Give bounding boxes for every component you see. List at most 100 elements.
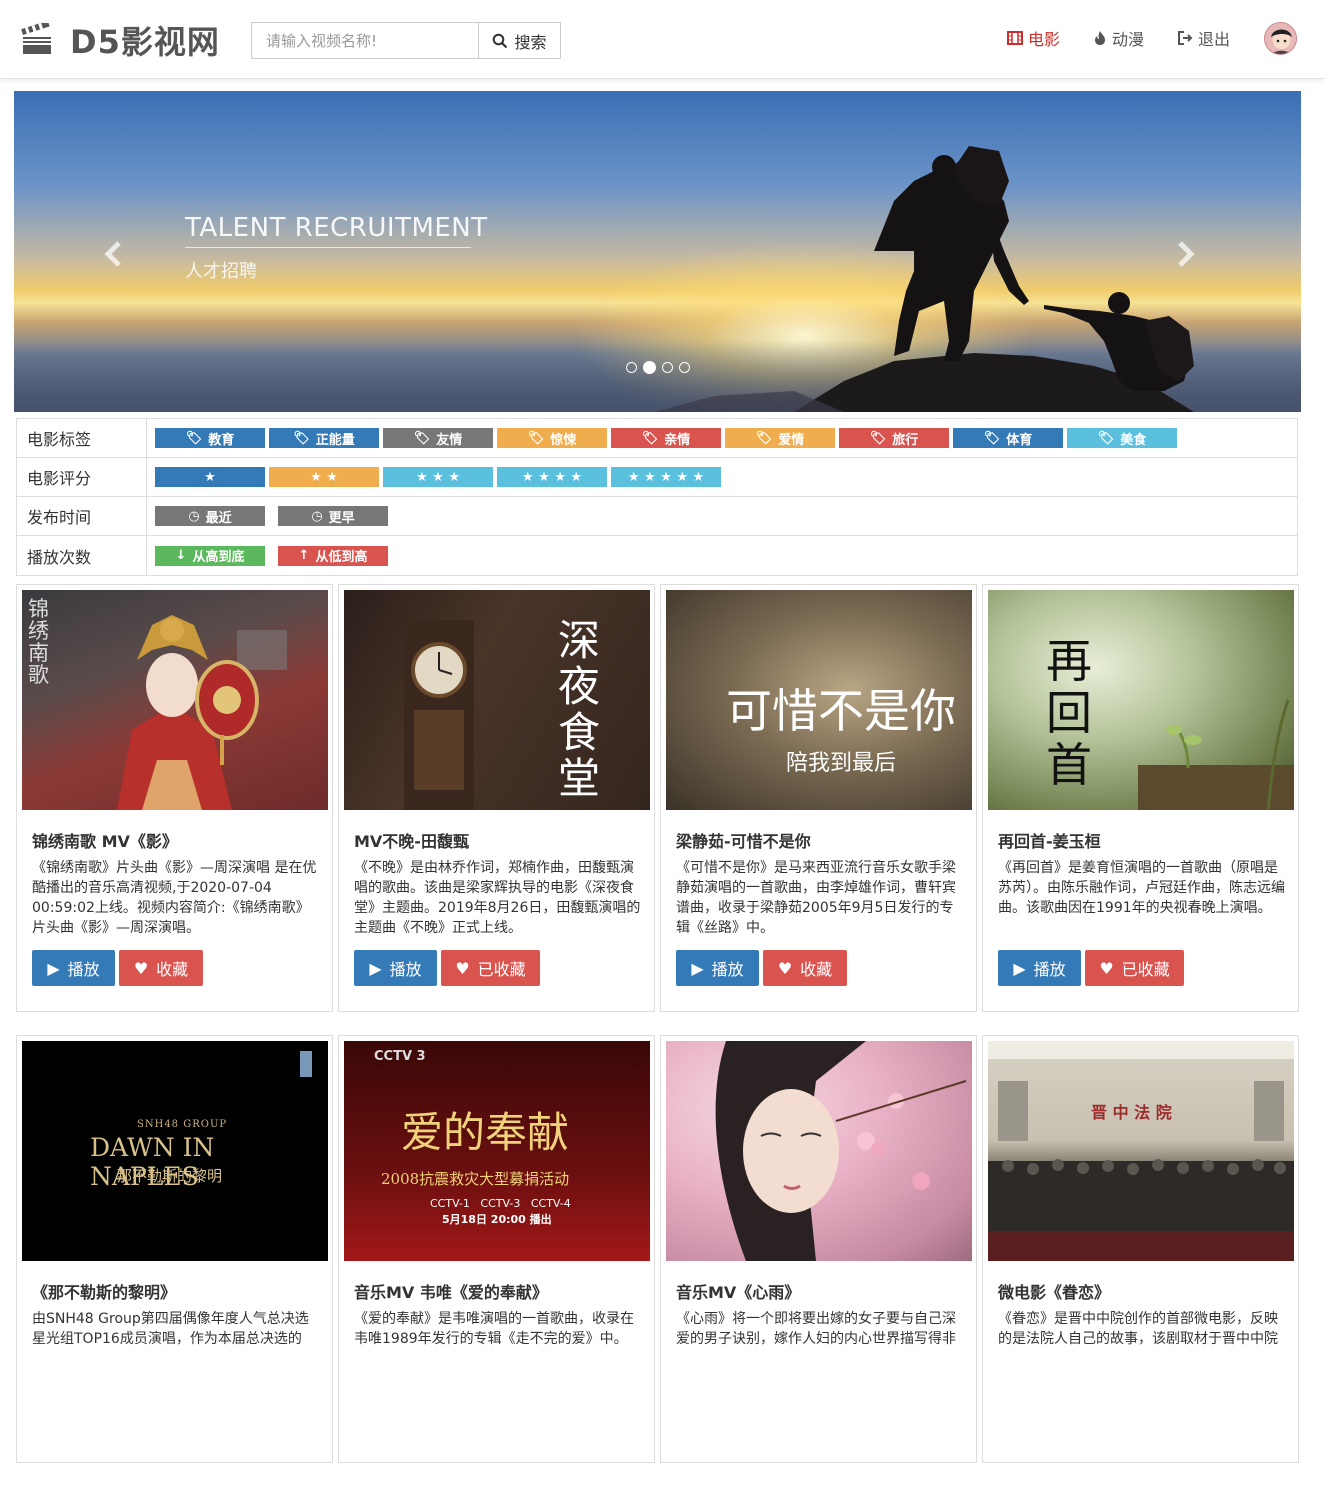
brand[interactable]: D5影视网 xyxy=(20,20,220,61)
video-card: 音乐MV《心雨》 《心雨》将一个即将要出嫁的女子要与自己深爱的男子诀别，嫁作人妇… xyxy=(660,1035,977,1463)
time-filter-recent[interactable]: ◷ 最近 xyxy=(155,506,265,526)
tag-filter-romance[interactable]: 🏷︎ 爱情 xyxy=(725,428,835,448)
tag-label: 美食 xyxy=(1120,432,1147,448)
video-card: 再回首 再回首-姜玉桓 《再回首》是姜育恒演唱的一首歌曲（原唱是苏芮）。由陈乐融… xyxy=(982,584,1299,1012)
video-title[interactable]: 音乐MV《心雨》 xyxy=(676,1279,800,1303)
hero-carousel[interactable]: TALENT RECRUITMENT 人才招聘 xyxy=(14,91,1301,412)
filter-label: 发布时间 xyxy=(17,497,147,535)
heart-icon: ♥ xyxy=(133,958,149,978)
video-title[interactable]: 梁静茹-可惜不是你 xyxy=(676,828,811,852)
video-thumbnail[interactable]: SNH48 GROUP DAWN IN NAPLES 那不勒斯的黎明 xyxy=(22,1041,328,1261)
filter-label: 电影评分 xyxy=(17,458,147,496)
clapperboard-icon xyxy=(21,23,51,54)
thumbnail-caption: 深夜食堂 xyxy=(558,616,601,803)
video-description: 《不晚》是由林乔作词，郑楠作曲，田馥甄演唱的歌曲。该曲是梁家辉执导的电影《深夜食… xyxy=(354,860,641,936)
tag-filter-family[interactable]: 🏷︎ 亲情 xyxy=(611,428,721,448)
tag-filter-friendship[interactable]: 🏷︎ 友情 xyxy=(383,428,493,448)
favorite-button[interactable]: ♥ 收藏 xyxy=(763,950,847,986)
tag-label: 爱情 xyxy=(778,432,805,448)
nav-item-label: 动漫 xyxy=(1111,30,1144,49)
tag-label: 从低到高 xyxy=(315,550,368,565)
video-description: 由SNH48 Group第四届偶像年度人气总决选星光组TOP16成员演唱，作为本… xyxy=(32,1311,309,1347)
rating-filter-2[interactable]: ★ ★ xyxy=(269,467,379,487)
tag-icon: 🏷︎ xyxy=(983,430,1001,446)
video-title[interactable]: 音乐MV 韦唯《爱的奉献》 xyxy=(354,1279,548,1303)
play-button-label: 播放 xyxy=(389,960,422,979)
filter-row-time: 发布时间 ◷ 最近 ◷ 更早 xyxy=(17,497,1297,536)
favorite-button-label: 收藏 xyxy=(800,960,833,979)
navbar: D5影视网 搜索 电影 动漫 退出 xyxy=(0,0,1325,79)
video-card: 可惜不是你 陪我到最后 梁静茹-可惜不是你 《可惜不是你》是马来西亚流行音乐女歌… xyxy=(660,584,977,1012)
play-button[interactable]: ▶ 播放 xyxy=(354,950,437,986)
video-thumbnail[interactable]: 锦绣南歌 xyxy=(22,590,328,810)
video-title[interactable]: 再回首-姜玉桓 xyxy=(998,828,1101,852)
filter-values: 🏷︎ 教育 🏷︎ 正能量 🏷︎ 友情 🏷︎ 惊悚 🏷︎ 亲情 🏷︎ 爱情 🏷︎ 旅行 🏷︎ 体育… xyxy=(147,419,1177,457)
favorited-button[interactable]: ♥ 已收藏 xyxy=(441,950,540,986)
tag-label: 更早 xyxy=(328,510,355,526)
search-bar: 搜索 xyxy=(251,22,561,59)
tag-label: 旅行 xyxy=(892,432,919,448)
nav-item-label: 退出 xyxy=(1197,30,1230,49)
tag-label: 最近 xyxy=(205,510,232,526)
favorited-button[interactable]: ♥ 已收藏 xyxy=(1085,950,1184,986)
video-thumbnail[interactable]: 再回首 xyxy=(988,590,1294,810)
favorite-button[interactable]: ♥ 收藏 xyxy=(119,950,203,986)
carousel-next-arrow[interactable] xyxy=(1170,239,1200,269)
search-input[interactable] xyxy=(251,22,478,59)
nav-links: 电影 动漫 退出 xyxy=(974,18,1297,58)
video-description: 《眷恋》是晋中中院创作的首部微电影，反映的是法院人自己的故事，该剧取材于晋中中院 xyxy=(998,1311,1278,1347)
tag-filter-sports[interactable]: 🏷︎ 体育 xyxy=(953,428,1063,448)
filter-row-tags: 电影标签 🏷︎ 教育 🏷︎ 正能量 🏷︎ 友情 🏷︎ 惊悚 🏷︎ 亲情 🏷︎ 爱情 🏷︎ 旅行… xyxy=(17,419,1297,458)
plays-filter-desc[interactable]: ↓ 从高到底 xyxy=(155,545,265,566)
carousel-prev-arrow[interactable] xyxy=(99,239,129,269)
brand-name: D5影视网 xyxy=(70,23,220,61)
video-title[interactable]: MV不晚-田馥甄 xyxy=(354,828,469,852)
time-filter-earlier[interactable]: ◷ 更早 xyxy=(278,506,388,526)
video-thumbnail[interactable]: 可惜不是你 陪我到最后 xyxy=(666,590,972,810)
tag-filter-education[interactable]: 🏷︎ 教育 xyxy=(155,428,265,448)
tag-label: 教育 xyxy=(208,432,235,448)
video-thumbnail[interactable]: CCTV 3 爱的奉献 2008抗震救灾大型募捐活动 CCTV-1 CCTV-3… xyxy=(344,1041,650,1261)
carousel-dot[interactable] xyxy=(662,362,673,373)
user-avatar-icon xyxy=(1265,22,1296,54)
play-button[interactable]: ▶ 播放 xyxy=(32,950,115,986)
video-thumbnail[interactable] xyxy=(666,1041,972,1261)
nav-item-anime[interactable]: 动漫 xyxy=(1093,26,1144,50)
search-icon xyxy=(493,33,508,48)
video-thumbnail[interactable]: 晋 中 法 院 xyxy=(988,1041,1294,1261)
tag-filter-food[interactable]: 🏷︎ 美食 xyxy=(1067,428,1177,448)
fire-icon xyxy=(1094,31,1105,45)
tag-icon: 🏷︎ xyxy=(413,430,431,446)
search-button[interactable]: 搜索 xyxy=(478,22,561,59)
sprout-image xyxy=(1138,699,1294,810)
carousel-dot-active[interactable] xyxy=(643,361,656,374)
video-grid: 锦绣南歌 锦绣南歌 MV《影》 《锦绣南歌》片头曲《影》—周深演唱 是在优酷播出… xyxy=(16,584,1299,1486)
favorite-button-label: 已收藏 xyxy=(1121,960,1170,979)
logout-icon xyxy=(1177,31,1193,45)
rating-filter-4[interactable]: ★ ★ ★ ★ xyxy=(497,467,607,487)
carousel-dot[interactable] xyxy=(679,362,690,373)
filter-values: ◷ 最近 ◷ 更早 xyxy=(147,497,388,535)
tag-filter-positive-energy[interactable]: 🏷︎ 正能量 xyxy=(269,428,379,448)
nav-item-movies[interactable]: 电影 xyxy=(1006,26,1060,50)
video-thumbnail[interactable]: 深夜食堂 xyxy=(344,590,650,810)
tag-filter-travel[interactable]: 🏷︎ 旅行 xyxy=(839,428,949,448)
video-title[interactable]: 《那不勒斯的黎明》 xyxy=(32,1279,176,1303)
favorite-button-label: 收藏 xyxy=(156,960,189,979)
nav-item-logout[interactable]: 退出 xyxy=(1177,26,1230,50)
rating-filter-5[interactable]: ★ ★ ★ ★ ★ xyxy=(611,467,721,487)
video-title[interactable]: 锦绣南歌 MV《影》 xyxy=(32,828,178,852)
play-button-label: 播放 xyxy=(67,960,100,979)
plays-filter-asc[interactable]: ↑ 从低到高 xyxy=(278,545,388,566)
rating-filter-1[interactable]: ★ xyxy=(155,467,265,487)
avatar[interactable] xyxy=(1264,21,1297,55)
play-button[interactable]: ▶ 播放 xyxy=(998,950,1081,986)
auditorium-image xyxy=(988,1041,1294,1261)
chevron-left-icon xyxy=(104,241,121,267)
play-button[interactable]: ▶ 播放 xyxy=(676,950,759,986)
video-title[interactable]: 微电影《眷恋》 xyxy=(998,1279,1110,1303)
rating-filter-3[interactable]: ★ ★ ★ xyxy=(383,467,493,487)
tag-filter-thriller[interactable]: 🏷︎ 惊悚 xyxy=(497,428,607,448)
carousel-dot[interactable] xyxy=(626,362,637,373)
thumbnail-caption: 可惜不是你 xyxy=(726,684,956,738)
